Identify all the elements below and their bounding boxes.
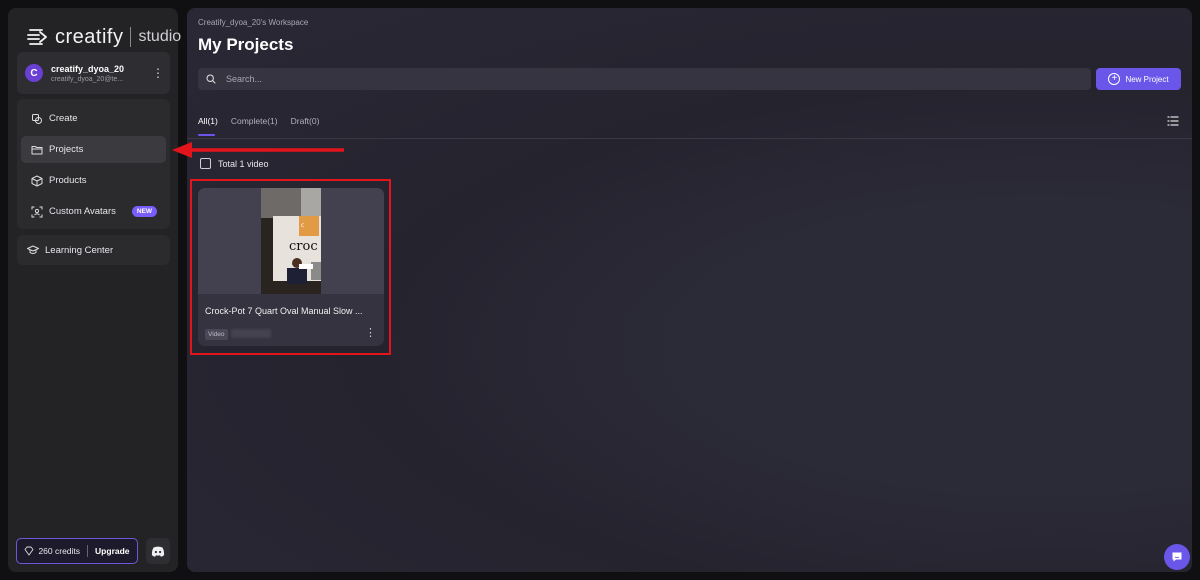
annotation-arrow-icon [172,142,344,158]
account-switcher[interactable]: C creatify_dyoa_20 creatify_dyoa_20@te..… [17,52,170,94]
tab-complete[interactable]: Complete(1) [231,116,278,136]
total-label: Total 1 video [218,158,269,169]
discord-button[interactable] [146,538,170,564]
support-chat-button[interactable] [1164,544,1190,570]
sidebar: creatify studio C creatify_dyoa_20 creat… [8,8,181,572]
new-project-label: New Project [1125,74,1169,84]
page-title: My Projects [198,35,294,54]
nav-label: Projects [49,144,84,155]
creatify-logo-icon [27,29,47,45]
nav-item-custom-avatars[interactable]: Custom Avatars NEW [21,198,166,225]
search-input[interactable] [226,74,1026,84]
diamond-icon [25,546,34,556]
chat-icon [1172,552,1182,562]
avatar: C [25,64,43,82]
tab-draft[interactable]: Draft(0) [291,116,320,136]
brand-logo[interactable]: creatify studio [25,20,181,54]
brand-divider [130,27,132,47]
avatar-scan-icon [31,206,43,217]
highlight-box [190,179,391,355]
tabs-divider [187,138,1192,139]
nav-item-products[interactable]: Products [21,167,166,194]
learning-center-link[interactable]: Learning Center [17,235,170,265]
new-badge: NEW [131,206,158,217]
new-project-button[interactable]: + New Project [1096,68,1181,90]
brand-product: studio [138,28,182,45]
credits-count: 260 credits [38,546,81,556]
main-nav: Create Projects Products Custom Avatars … [17,99,170,229]
account-name: creatify_dyoa_20 [51,63,125,74]
nav-item-create[interactable]: Create [21,105,166,132]
graduation-cap-icon [27,245,39,254]
folder-icon [31,145,43,154]
workspace-label: Creatify_dyoa_20's Workspace [198,18,309,27]
account-menu-icon[interactable]: ⋮ [152,67,164,79]
plus-icon: + [1108,73,1121,85]
account-email: creatify_dyoa_20@te... [51,75,124,83]
project-tabs: All(1) Complete(1) Draft(0) [198,116,332,136]
nav-label: Custom Avatars [49,206,116,217]
credits-upgrade-button[interactable]: 260 credits Upgrade [16,538,138,564]
nav-label: Products [49,175,87,186]
box-icon [31,175,43,186]
brand-name: creatify [55,25,124,48]
learning-center-label: Learning Center [45,244,114,256]
nav-item-projects[interactable]: Projects [21,136,166,163]
create-icon [32,113,42,124]
discord-icon [151,546,165,557]
search-bar[interactable] [198,68,1091,90]
search-icon [206,74,216,84]
nav-label: Create [49,113,78,124]
list-view-icon[interactable] [1167,115,1179,127]
credits-divider [87,545,89,557]
tab-all[interactable]: All(1) [198,116,218,136]
upgrade-label: Upgrade [95,546,130,556]
